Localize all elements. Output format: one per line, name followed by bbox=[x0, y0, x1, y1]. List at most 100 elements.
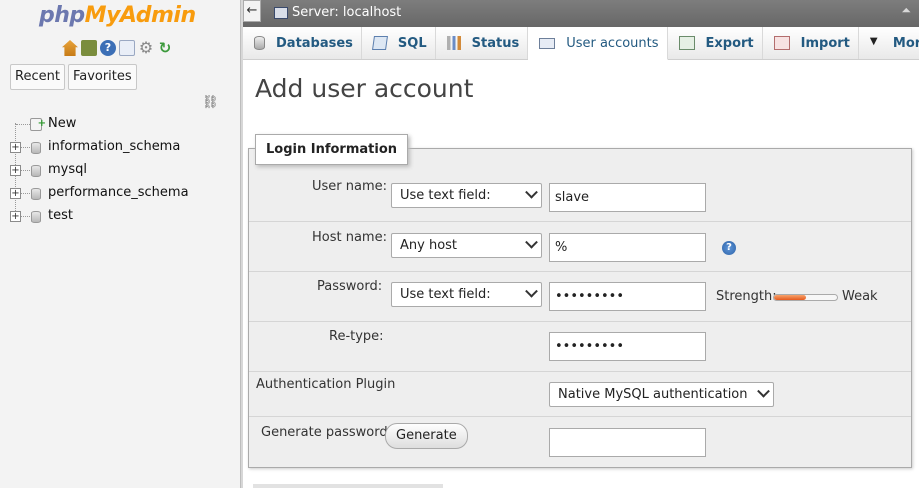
chevron-down-icon bbox=[525, 235, 538, 249]
tab-user-accounts[interactable]: User accounts bbox=[528, 27, 668, 60]
password-input[interactable]: ••••••••• bbox=[549, 282, 706, 311]
tree-item-label[interactable]: information_schema bbox=[48, 139, 180, 154]
nav-tabs: Recent Favorites bbox=[10, 64, 137, 90]
tree-item-new[interactable]: New bbox=[8, 114, 189, 137]
select-value: Use text field: bbox=[400, 188, 491, 203]
password-row: Password: Use text field: ••••••••• Stre… bbox=[249, 272, 911, 322]
tab-databases[interactable]: Databases bbox=[243, 27, 362, 59]
main-content: Add user account Login Information User … bbox=[243, 60, 919, 488]
auth-plugin-select[interactable]: Native MySQL authentication bbox=[549, 382, 774, 407]
username-row: User name: Use text field: slave bbox=[249, 149, 911, 222]
logo-text-myadmin: MyAdmin bbox=[84, 3, 196, 28]
tree-item-mysql[interactable]: + mysql bbox=[8, 160, 189, 183]
tab-label: User accounts bbox=[566, 35, 659, 51]
hostname-row: Host name: Any host % ? bbox=[249, 222, 911, 272]
select-value: Use text field: bbox=[400, 287, 491, 302]
expand-icon[interactable]: + bbox=[10, 188, 21, 199]
expand-icon[interactable]: + bbox=[10, 211, 21, 222]
tab-label: Import bbox=[800, 35, 850, 51]
tree-item-label[interactable]: performance_schema bbox=[48, 185, 189, 200]
strength-meter-fill bbox=[774, 295, 806, 300]
chevron-down-icon bbox=[757, 384, 770, 398]
username-input[interactable]: slave bbox=[549, 183, 706, 212]
docs-icon[interactable] bbox=[119, 40, 135, 56]
reload-icon[interactable]: ↻ bbox=[157, 40, 173, 56]
tab-label: Export bbox=[705, 35, 754, 51]
chevron-down-icon: ▼ bbox=[869, 36, 878, 47]
username-label: User name: bbox=[312, 179, 388, 194]
export-icon bbox=[678, 36, 695, 50]
password-strength-meter bbox=[773, 294, 838, 301]
collapse-menu-icon[interactable]: ⏶ bbox=[901, 3, 911, 18]
tab-label: Status bbox=[471, 35, 520, 51]
chevron-down-icon bbox=[525, 185, 538, 199]
generate-button[interactable]: Generate bbox=[385, 423, 468, 449]
generate-password-row: Generate password: Generate bbox=[249, 417, 911, 467]
tab-status[interactable]: Status bbox=[435, 27, 529, 59]
generate-password-label: Generate password: bbox=[261, 425, 392, 440]
tab-label: More bbox=[892, 35, 919, 51]
nav-icon-bar: ? ⚙ ↻ bbox=[62, 40, 173, 56]
username-type-select[interactable]: Use text field: bbox=[391, 183, 542, 208]
password-label: Password: bbox=[317, 279, 383, 294]
database-icon bbox=[31, 188, 41, 200]
expand-icon[interactable]: + bbox=[10, 165, 21, 176]
sql-icon bbox=[371, 36, 388, 50]
tab-label: SQL bbox=[397, 35, 427, 51]
status-icon bbox=[446, 36, 461, 50]
tree-item-label[interactable]: New bbox=[48, 116, 76, 131]
phpmyadmin-logo[interactable]: phpMyAdmin bbox=[39, 3, 196, 28]
tab-recent[interactable]: Recent bbox=[10, 64, 65, 90]
tree-item-label[interactable]: mysql bbox=[48, 162, 87, 177]
tab-sql[interactable]: SQL bbox=[361, 27, 436, 59]
tab-label: Databases bbox=[276, 35, 353, 51]
hostname-label: Host name: bbox=[312, 230, 387, 245]
expand-icon[interactable]: + bbox=[10, 142, 21, 153]
main-tabs: Databases SQL Status User accounts Expor… bbox=[243, 27, 919, 60]
retype-label: Re-type: bbox=[329, 329, 384, 344]
tab-more[interactable]: ▼ More bbox=[858, 27, 919, 59]
new-database-icon bbox=[30, 114, 46, 134]
database-icon bbox=[254, 36, 265, 50]
tab-import[interactable]: Import bbox=[762, 27, 859, 59]
logout-icon[interactable] bbox=[81, 40, 97, 56]
strength-label: Strength: bbox=[716, 289, 777, 304]
next-fieldset-edge bbox=[253, 484, 443, 488]
generated-password-input[interactable] bbox=[549, 428, 706, 457]
tab-favorites[interactable]: Favorites bbox=[67, 64, 137, 90]
strength-text: Weak bbox=[842, 289, 878, 304]
page-title: Add user account bbox=[255, 74, 474, 103]
tree-item-performance-schema[interactable]: + performance_schema bbox=[8, 183, 189, 206]
server-breadcrumb[interactable]: Server: localhost bbox=[292, 5, 401, 20]
auth-plugin-label: Authentication Plugin bbox=[256, 377, 396, 392]
hostname-select[interactable]: Any host bbox=[391, 233, 542, 258]
retype-row: Re-type: ••••••••• bbox=[249, 322, 911, 372]
database-icon bbox=[31, 142, 41, 154]
login-information-fieldset: Login Information User name: Use text fi… bbox=[248, 134, 912, 468]
tree-item-test[interactable]: + test bbox=[8, 206, 189, 229]
database-icon bbox=[31, 165, 41, 177]
retype-password-input[interactable]: ••••••••• bbox=[549, 332, 706, 361]
password-type-select[interactable]: Use text field: bbox=[391, 282, 542, 307]
tab-export[interactable]: Export bbox=[667, 27, 763, 59]
settings-icon[interactable]: ⚙ bbox=[138, 40, 154, 56]
link-chain-icon[interactable]: ⛓ bbox=[202, 95, 219, 110]
hostname-input[interactable]: % bbox=[549, 233, 706, 262]
chevron-down-icon bbox=[525, 284, 538, 298]
import-icon bbox=[773, 36, 790, 50]
database-icon bbox=[31, 211, 41, 223]
help-icon[interactable]: ? bbox=[100, 40, 116, 56]
database-tree: New + information_schema + mysql + perfo… bbox=[8, 114, 189, 229]
logo-text-php: php bbox=[39, 3, 85, 28]
navigation-panel: phpMyAdmin ? ⚙ ↻ Recent Favorites ⛓ New … bbox=[0, 0, 240, 488]
help-icon[interactable]: ? bbox=[722, 241, 736, 255]
server-icon bbox=[274, 7, 288, 19]
select-value: Native MySQL authentication bbox=[558, 387, 748, 402]
select-value: Any host bbox=[400, 238, 458, 253]
tree-item-information-schema[interactable]: + information_schema bbox=[8, 137, 189, 160]
server-breadcrumb-bar: ← Server: localhost ⏶ bbox=[243, 0, 919, 27]
collapse-nav-button[interactable]: ← bbox=[243, 0, 261, 22]
users-icon bbox=[539, 37, 556, 49]
home-icon[interactable] bbox=[62, 40, 78, 56]
tree-item-label[interactable]: test bbox=[48, 208, 73, 223]
